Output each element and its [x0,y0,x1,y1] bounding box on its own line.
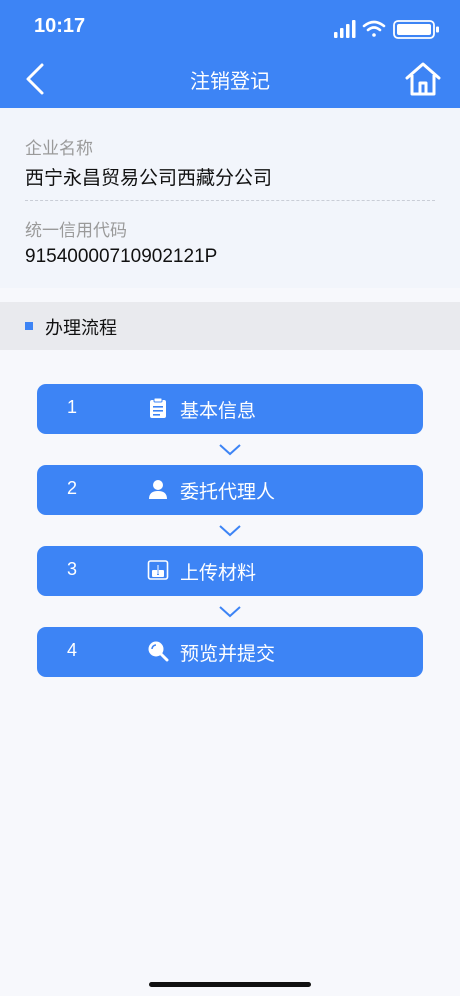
chevron-down-icon [219,606,241,618]
step-label: 基本信息 [180,400,257,422]
section-title: 办理流程 [45,318,117,339]
company-name-value: 西宁永昌贸易公司西藏分公司 [25,167,273,189]
step-label: 委托代理人 [180,481,276,503]
step-basic-info-button[interactable]: 1 基本信息 [37,384,423,434]
step-agent-button[interactable]: 2 委托代理人 [37,465,423,515]
page-title: 注销登记 [190,69,270,93]
status-time: 10:17 [34,15,86,37]
credit-code-value: 91540000710902121P [25,246,218,267]
wifi-icon [362,20,386,37]
step-upload-button[interactable]: 3 上传材料 [37,546,423,596]
step-number: 4 [67,640,78,660]
company-info-card: 企业名称 西宁永昌贸易公司西藏分公司 统一信用代码 91540000710902… [0,108,460,288]
chevron-down-icon [219,444,241,456]
step-number: 3 [67,559,78,579]
system-status-icons [334,20,439,39]
step-number: 2 [67,478,78,498]
divider [25,200,435,201]
upload-icon [147,560,169,580]
chevron-down-icon [219,525,241,537]
section-header-process: 办理流程 [0,302,460,350]
step-label: 预览并提交 [180,643,276,665]
company-name-label: 企业名称 [25,139,93,159]
step-label: 上传材料 [180,562,257,584]
home-button[interactable] [404,60,442,98]
home-indicator[interactable] [149,982,311,987]
credit-code-label: 统一信用代码 [25,221,127,241]
person-icon [149,480,167,499]
battery-icon [393,20,439,39]
search-icon [148,641,169,662]
clipboard-icon [150,397,166,418]
signal-icon [334,20,356,38]
nav-bar: 注销登记 [0,50,460,108]
header-bar: 10:17 注销登记 [0,0,460,108]
section-bullet [25,322,33,330]
step-number: 1 [67,397,78,417]
status-bar: 10:17 [0,0,460,50]
step-preview-submit-button[interactable]: 4 预览并提交 [37,627,423,677]
